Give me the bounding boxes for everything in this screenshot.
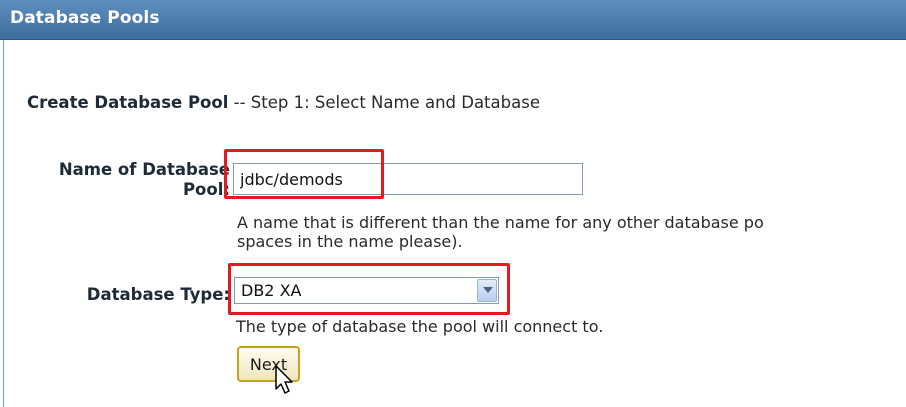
left-divider xyxy=(3,40,4,407)
database-type-select[interactable]: DB2 XA xyxy=(234,277,499,304)
pool-name-label-line2: Pool: xyxy=(182,180,230,199)
mouse-pointer-icon xyxy=(275,365,293,394)
chevron-down-icon[interactable] xyxy=(477,279,497,302)
database-type-help: The type of database the pool will conne… xyxy=(236,317,604,336)
pool-name-input[interactable] xyxy=(233,163,583,195)
header-bar: Database Pools xyxy=(0,0,906,40)
pool-name-help: A name that is different than the name f… xyxy=(237,213,764,251)
pool-name-help-line2: spaces in the name please). xyxy=(237,232,463,251)
step-subtitle: -- Step 1: Select Name and Database xyxy=(228,93,540,112)
step-heading: Create Database Pool -- Step 1: Select N… xyxy=(27,93,540,112)
database-type-label: Database Type: xyxy=(86,285,230,304)
pool-name-help-line1: A name that is different than the name f… xyxy=(237,213,764,232)
pool-name-label: Name of Database Pool: xyxy=(35,160,230,200)
step-title: Create Database Pool xyxy=(27,93,229,112)
pool-name-label-line1: Name of Database xyxy=(58,160,230,179)
page-title: Database Pools xyxy=(10,8,160,28)
database-type-value: DB2 XA xyxy=(241,281,302,300)
